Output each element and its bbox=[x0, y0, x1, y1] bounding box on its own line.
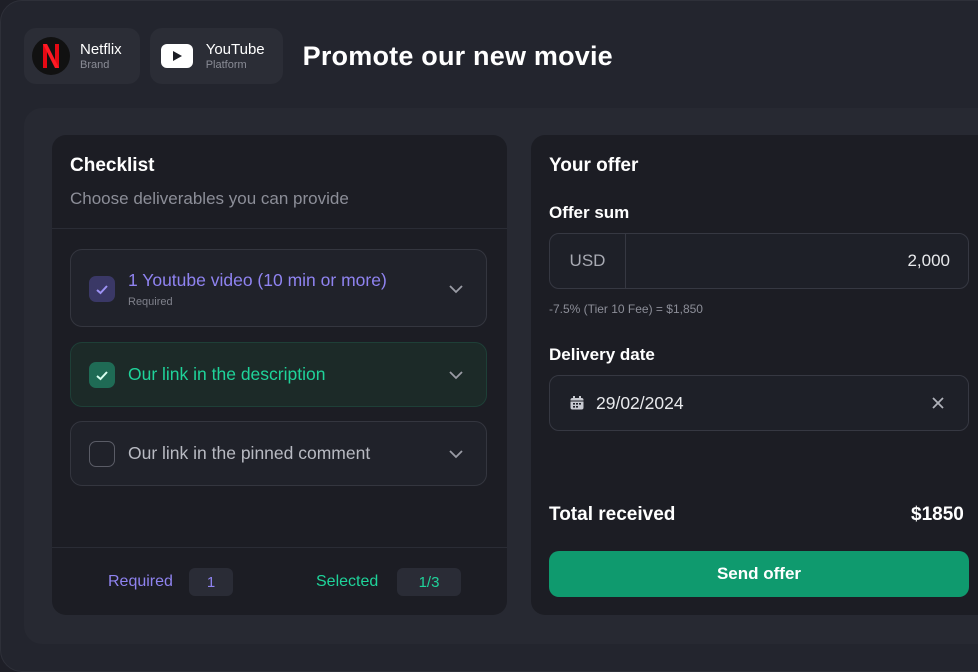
brand-name: Netflix bbox=[80, 40, 122, 58]
total-label: Total received bbox=[549, 504, 676, 525]
checkbox-unchecked[interactable] bbox=[89, 441, 115, 467]
send-offer-button[interactable]: Send offer bbox=[549, 551, 969, 597]
chevron-down-icon[interactable] bbox=[448, 284, 464, 294]
main-content: Checklist Choose deliverables you can pr… bbox=[24, 108, 978, 644]
header-bar: Netflix Brand YouTube Platform Promote o… bbox=[24, 28, 613, 84]
checklist-title: Checklist bbox=[70, 155, 155, 176]
check-icon bbox=[96, 284, 108, 294]
checklist-card: Checklist Choose deliverables you can pr… bbox=[52, 135, 507, 615]
platform-name: YouTube bbox=[205, 40, 265, 58]
checklist-item-youtube-video[interactable]: 1 Youtube video (10 min or more) Require… bbox=[70, 249, 487, 327]
required-count-badge: 1 bbox=[189, 568, 233, 596]
offer-sum-input[interactable]: USD 2,000 bbox=[549, 233, 969, 289]
offer-sum-label: Offer sum bbox=[549, 203, 630, 222]
selected-count-badge: 1/3 bbox=[397, 568, 461, 596]
offer-card: Your offer Offer sum USD 2,000 -7.5% (Ti… bbox=[531, 135, 978, 615]
date-value: 29/02/2024 bbox=[596, 392, 684, 413]
delivery-date-label: Delivery date bbox=[549, 345, 655, 364]
total-value: $1850 bbox=[911, 504, 964, 525]
item-label: 1 Youtube video (10 min or more) bbox=[128, 270, 387, 290]
offer-title: Your offer bbox=[549, 155, 639, 176]
selected-label: Selected bbox=[316, 573, 379, 590]
required-note: Required bbox=[128, 296, 173, 308]
item-label: Our link in the pinned comment bbox=[128, 443, 371, 463]
checklist-item-pinned-comment[interactable]: Our link in the pinned comment bbox=[70, 421, 487, 486]
chevron-down-icon[interactable] bbox=[448, 449, 464, 459]
divider bbox=[52, 228, 507, 229]
page-title: Promote our new movie bbox=[302, 40, 613, 71]
check-icon bbox=[96, 370, 108, 380]
platform-chip[interactable]: YouTube Platform bbox=[149, 28, 283, 84]
required-label: Required bbox=[108, 573, 173, 590]
divider bbox=[52, 547, 507, 548]
close-icon[interactable] bbox=[930, 395, 946, 411]
checklist-item-link-description[interactable]: Our link in the description bbox=[70, 342, 487, 407]
chevron-down-icon[interactable] bbox=[448, 370, 464, 380]
currency-select[interactable]: USD bbox=[550, 234, 626, 288]
item-label: Our link in the description bbox=[128, 364, 326, 384]
delivery-date-input[interactable]: 29/02/2024 bbox=[549, 375, 969, 431]
calendar-icon bbox=[570, 396, 584, 410]
youtube-logo bbox=[158, 37, 196, 75]
brand-role: Brand bbox=[80, 58, 110, 71]
checklist-subtitle: Choose deliverables you can provide bbox=[70, 189, 349, 208]
netflix-logo bbox=[32, 37, 70, 75]
amount-value[interactable]: 2,000 bbox=[907, 234, 950, 288]
brand-chip[interactable]: Netflix Brand bbox=[24, 28, 140, 84]
platform-role: Platform bbox=[205, 58, 247, 71]
checkbox-checked[interactable] bbox=[89, 276, 115, 302]
fee-note: -7.5% (Tier 10 Fee) = $1,850 bbox=[549, 302, 703, 316]
checkbox-checked[interactable] bbox=[89, 362, 115, 388]
